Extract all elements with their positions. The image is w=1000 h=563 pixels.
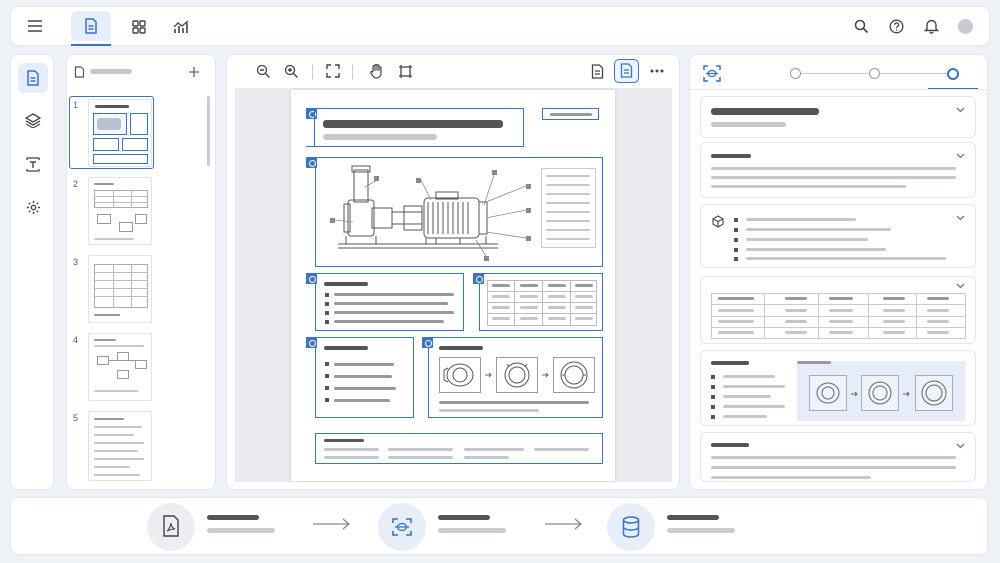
progress-stepper bbox=[790, 66, 960, 82]
menu-icon[interactable] bbox=[27, 19, 43, 33]
page-number: 5 bbox=[73, 413, 79, 423]
result-card-text[interactable] bbox=[700, 432, 976, 482]
detected-list-region[interactable] bbox=[306, 337, 414, 418]
zoom-in-icon[interactable] bbox=[284, 64, 299, 79]
arrow-right-icon bbox=[851, 391, 859, 397]
pipeline-step-subtitle bbox=[207, 528, 275, 533]
thumbnail-scrollbar[interactable] bbox=[207, 96, 210, 166]
arrow-right-icon bbox=[903, 391, 911, 397]
detected-text-region[interactable] bbox=[315, 433, 603, 464]
add-page-icon[interactable] bbox=[188, 66, 200, 78]
arrow-right-icon bbox=[545, 518, 583, 530]
figure-legend-box bbox=[541, 168, 596, 248]
grid-icon[interactable] bbox=[132, 20, 146, 34]
settings-icon[interactable] bbox=[26, 200, 41, 215]
chevron-down-icon[interactable] bbox=[956, 215, 965, 221]
result-card-figure[interactable] bbox=[700, 350, 976, 426]
detected-figure-region[interactable] bbox=[306, 157, 603, 267]
process-step-box bbox=[553, 357, 595, 393]
pages-icon bbox=[74, 66, 85, 78]
nav-rail bbox=[10, 54, 54, 490]
pipeline-step-pdf[interactable] bbox=[147, 503, 195, 551]
pipeline-step-title bbox=[207, 515, 259, 520]
process-step-box bbox=[496, 357, 538, 393]
panel-divider bbox=[689, 89, 988, 90]
region-tag-icon bbox=[473, 273, 484, 284]
thumbnail-page-4[interactable] bbox=[88, 333, 152, 401]
help-icon[interactable] bbox=[889, 19, 904, 34]
zoom-out-icon[interactable] bbox=[256, 64, 271, 79]
pipeline-step-title bbox=[667, 515, 719, 520]
chart-icon[interactable] bbox=[173, 19, 189, 34]
result-card-text[interactable] bbox=[700, 142, 976, 198]
page-view-active-button[interactable] bbox=[614, 59, 639, 83]
chevron-down-icon[interactable] bbox=[956, 153, 965, 159]
result-card-list[interactable] bbox=[700, 204, 976, 268]
page-number: 1 bbox=[73, 100, 79, 110]
text-field-icon[interactable] bbox=[26, 157, 40, 172]
top-bar bbox=[10, 6, 990, 46]
detected-table-region[interactable] bbox=[473, 273, 603, 331]
database-icon bbox=[622, 516, 640, 538]
arrow-right-icon bbox=[485, 372, 493, 378]
page-view-icon[interactable] bbox=[591, 64, 604, 79]
search-icon[interactable] bbox=[854, 19, 869, 34]
page-number: 2 bbox=[73, 179, 79, 189]
more-options-icon[interactable] bbox=[650, 69, 664, 73]
fit-page-icon[interactable] bbox=[326, 64, 340, 78]
pipeline-step-scan[interactable] bbox=[378, 503, 426, 551]
region-tag-icon bbox=[306, 337, 317, 348]
chevron-down-icon[interactable] bbox=[956, 107, 965, 113]
chevron-down-icon[interactable] bbox=[956, 443, 965, 449]
hand-tool-icon[interactable] bbox=[369, 63, 384, 79]
document-icon bbox=[620, 63, 633, 78]
progress-step[interactable] bbox=[790, 68, 801, 79]
pipeline-step-subtitle bbox=[667, 528, 735, 533]
pipeline-step-database[interactable] bbox=[607, 503, 655, 551]
panel-title-placeholder bbox=[90, 69, 132, 74]
progress-step[interactable] bbox=[869, 68, 880, 79]
region-tag-icon bbox=[306, 273, 317, 284]
detected-title-region[interactable] bbox=[306, 108, 524, 147]
cube-icon bbox=[712, 215, 724, 228]
pipeline-step-title bbox=[438, 515, 490, 520]
detected-list-region[interactable] bbox=[306, 273, 464, 331]
progress-step-active[interactable] bbox=[947, 68, 959, 80]
thumbnail-page-1[interactable] bbox=[88, 99, 152, 167]
thumbnail-page-2[interactable] bbox=[88, 177, 152, 245]
result-card-table[interactable] bbox=[700, 276, 976, 344]
scan-document-icon[interactable] bbox=[703, 65, 721, 82]
pipeline-step-subtitle bbox=[438, 528, 506, 533]
active-tab-underline bbox=[71, 44, 111, 46]
detected-header-region[interactable] bbox=[542, 108, 599, 120]
process-step-box bbox=[439, 357, 481, 393]
chevron-down-icon[interactable] bbox=[956, 283, 965, 289]
result-card-title[interactable] bbox=[700, 96, 976, 138]
avatar[interactable] bbox=[958, 19, 973, 34]
extracted-figure-preview bbox=[797, 361, 965, 421]
toolbar-divider bbox=[352, 65, 353, 79]
detected-figure-region[interactable] bbox=[422, 337, 603, 418]
crop-select-icon[interactable] bbox=[398, 64, 413, 79]
tab-document[interactable] bbox=[71, 11, 111, 46]
layers-icon[interactable] bbox=[25, 113, 41, 128]
pdf-icon bbox=[162, 515, 180, 537]
nav-item-documents[interactable] bbox=[18, 63, 48, 93]
arrow-right-icon bbox=[313, 518, 351, 530]
arrow-right-icon bbox=[542, 372, 550, 378]
thumbnail-page-3[interactable] bbox=[88, 255, 152, 323]
document-icon bbox=[84, 18, 98, 34]
document-icon bbox=[26, 70, 40, 86]
page-number: 4 bbox=[73, 335, 79, 345]
region-tag-icon bbox=[422, 337, 433, 348]
scan-icon bbox=[392, 518, 412, 536]
toolbar-divider bbox=[312, 65, 313, 79]
pump-assembly-diagram bbox=[330, 165, 531, 261]
page-number: 3 bbox=[73, 257, 79, 267]
bell-icon[interactable] bbox=[924, 18, 939, 34]
thumbnail-page-5[interactable] bbox=[88, 411, 152, 481]
